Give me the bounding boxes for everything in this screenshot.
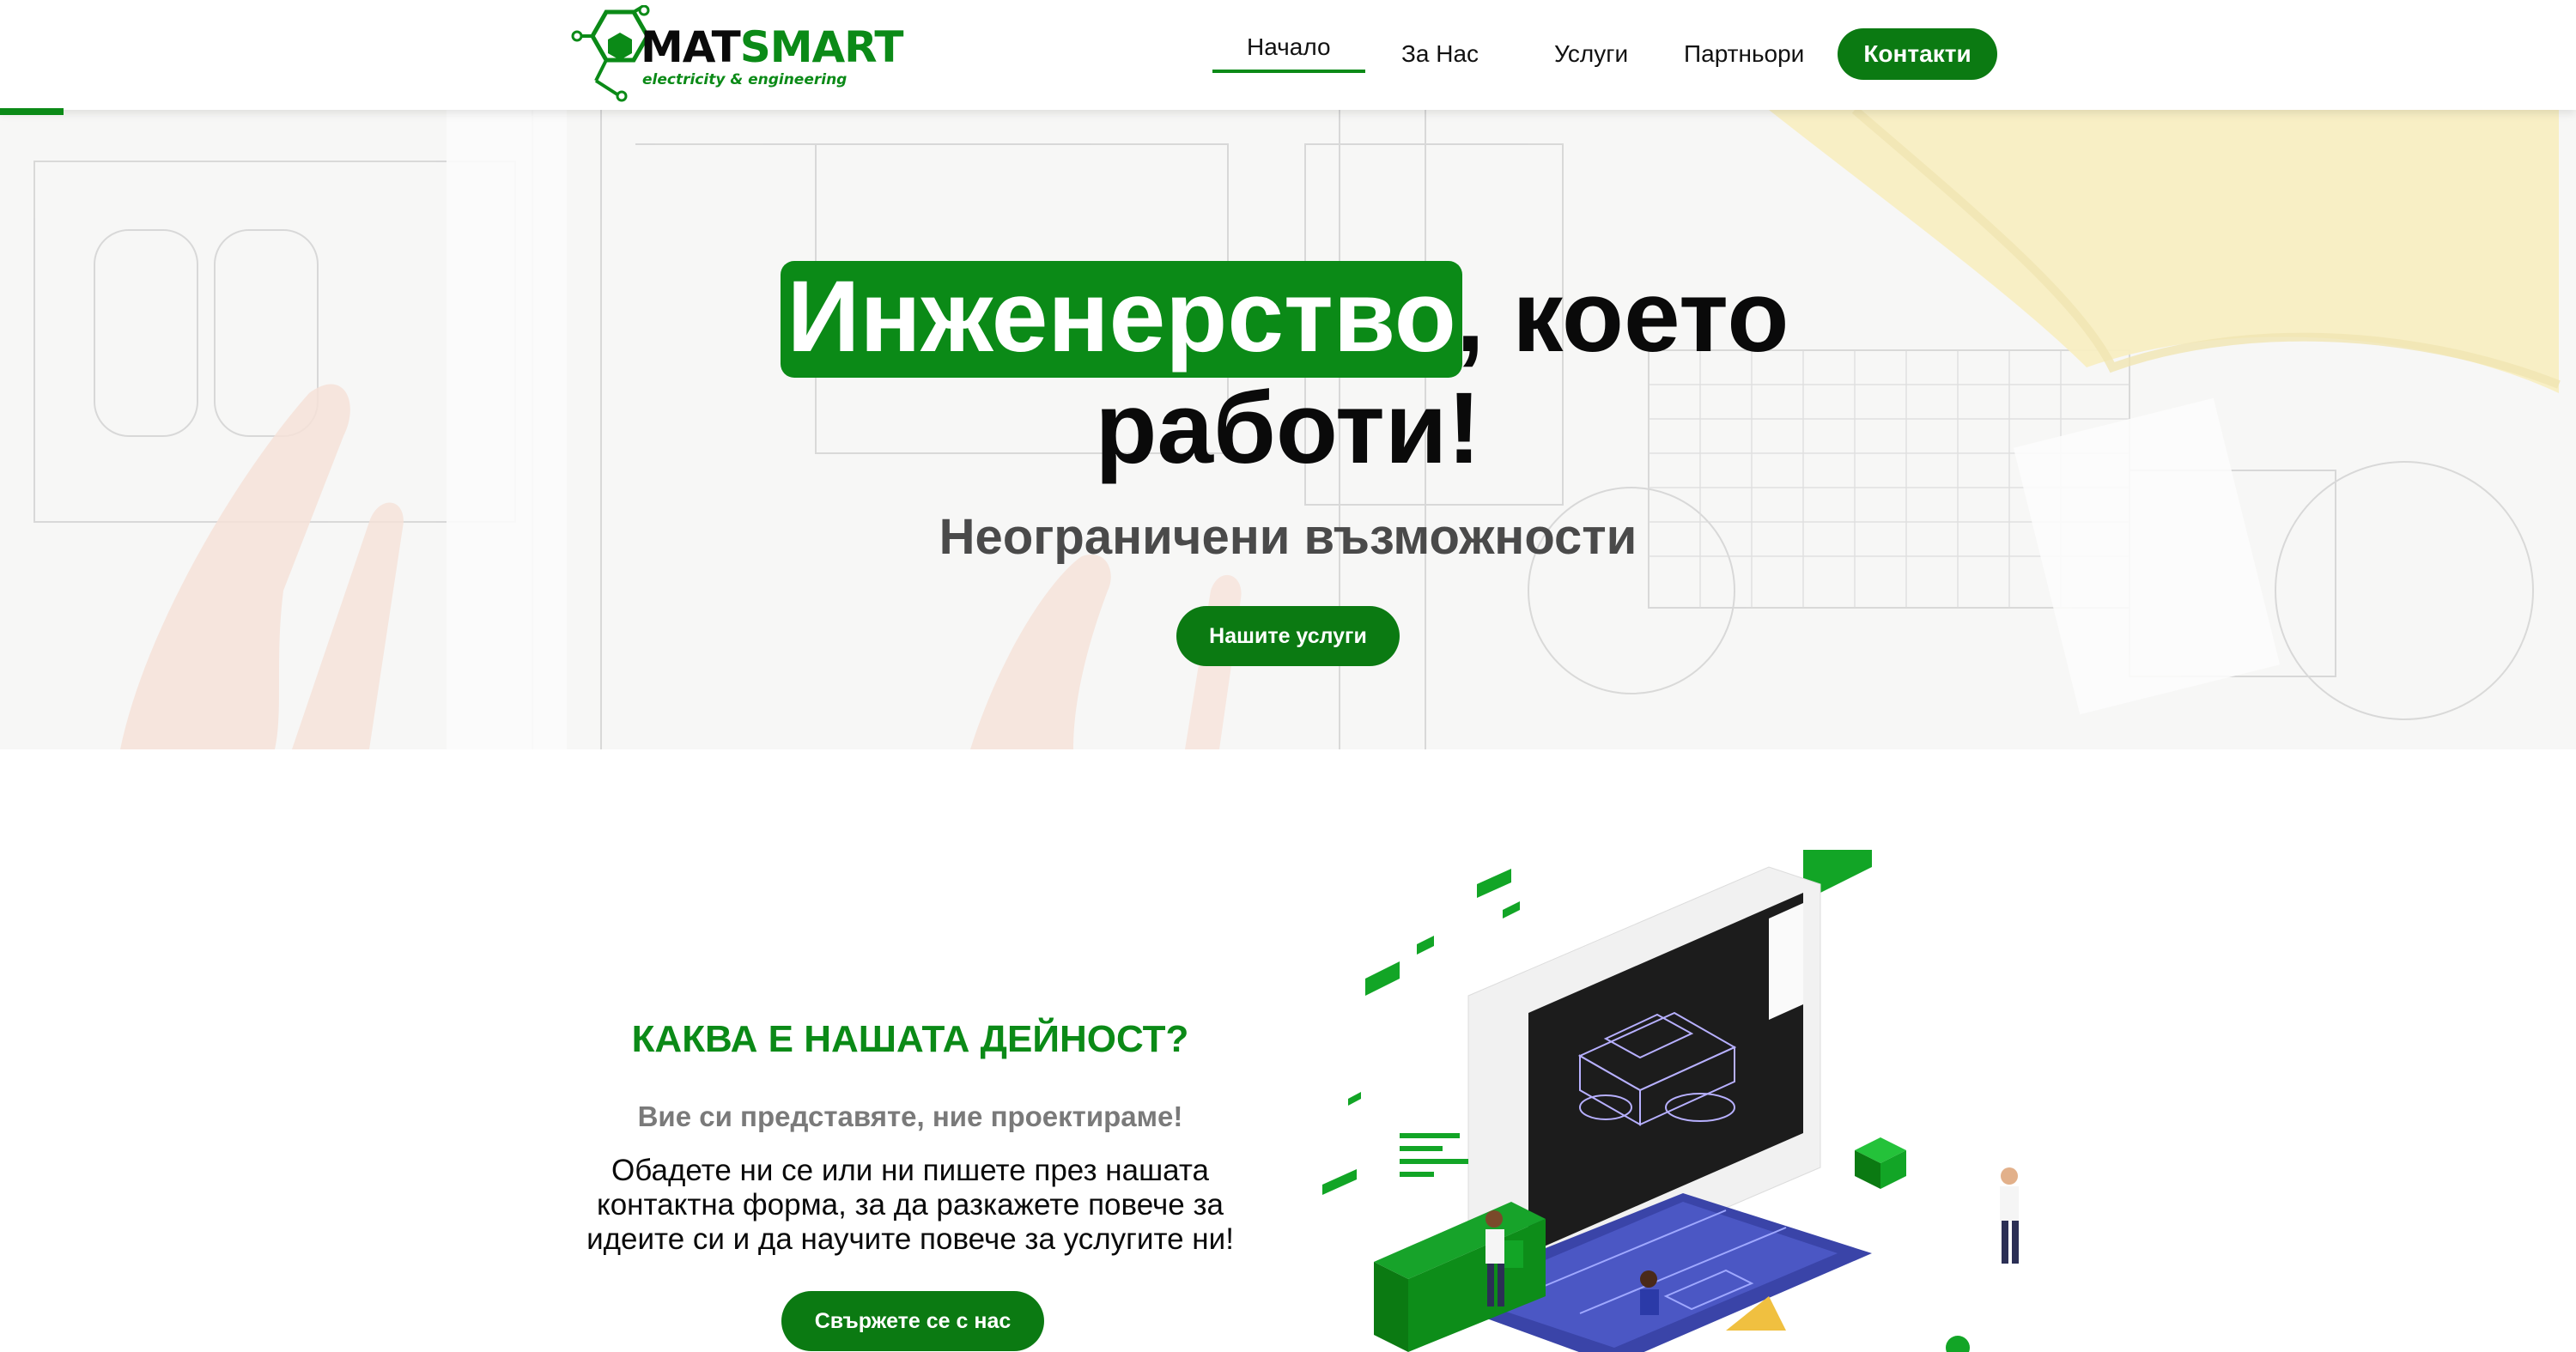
logo-tagline: electricity & engineering <box>642 71 848 88</box>
nav-active-underline <box>1212 70 1365 73</box>
about-body-text: Обадете ни се или ни пишете през нашата … <box>586 1154 1234 1256</box>
hero-title-line2: работи! <box>1095 372 1481 485</box>
hero-title-highlight-word: Инженерство <box>787 260 1456 373</box>
nav-item-services[interactable]: Услуги <box>1554 41 1628 67</box>
nav-item-partners[interactable]: Партньори <box>1684 41 1804 67</box>
engineering-isometric-illustration <box>1322 850 2019 1352</box>
contact-us-button[interactable]: Свържете се с нас <box>781 1291 1044 1351</box>
logo-word-mat: MAT <box>641 22 741 72</box>
logo-word-smart: SMART <box>739 22 904 72</box>
site-header: MATSMART electricity & engineering Начал… <box>0 0 2576 110</box>
contact-button[interactable]: Контакти <box>1838 28 1997 80</box>
hero-title-rest: , което <box>1455 260 1789 373</box>
our-services-button[interactable]: Нашите услуги <box>1176 606 1400 666</box>
brand-logo[interactable]: MATSMART electricity & engineering <box>570 5 904 103</box>
hero-subtitle: Неограничени възможности <box>939 509 1637 565</box>
hero-section: Инженерство, което работи! Неограничени … <box>0 110 2576 749</box>
about-subheading: Вие си представяте, ние проектираме! <box>637 1100 1183 1132</box>
scroll-progress-bar <box>0 108 64 115</box>
hero-title-line1: Инженерство, което <box>0 261 2576 373</box>
nav-item-about[interactable]: За Нас <box>1401 41 1479 67</box>
logo-wordmark: MATSMART <box>641 26 904 69</box>
nav-item-home[interactable]: Начало <box>1247 34 1331 60</box>
about-heading: КАКВА Е НАШАТА ДЕЙНОСТ? <box>631 1018 1189 1060</box>
